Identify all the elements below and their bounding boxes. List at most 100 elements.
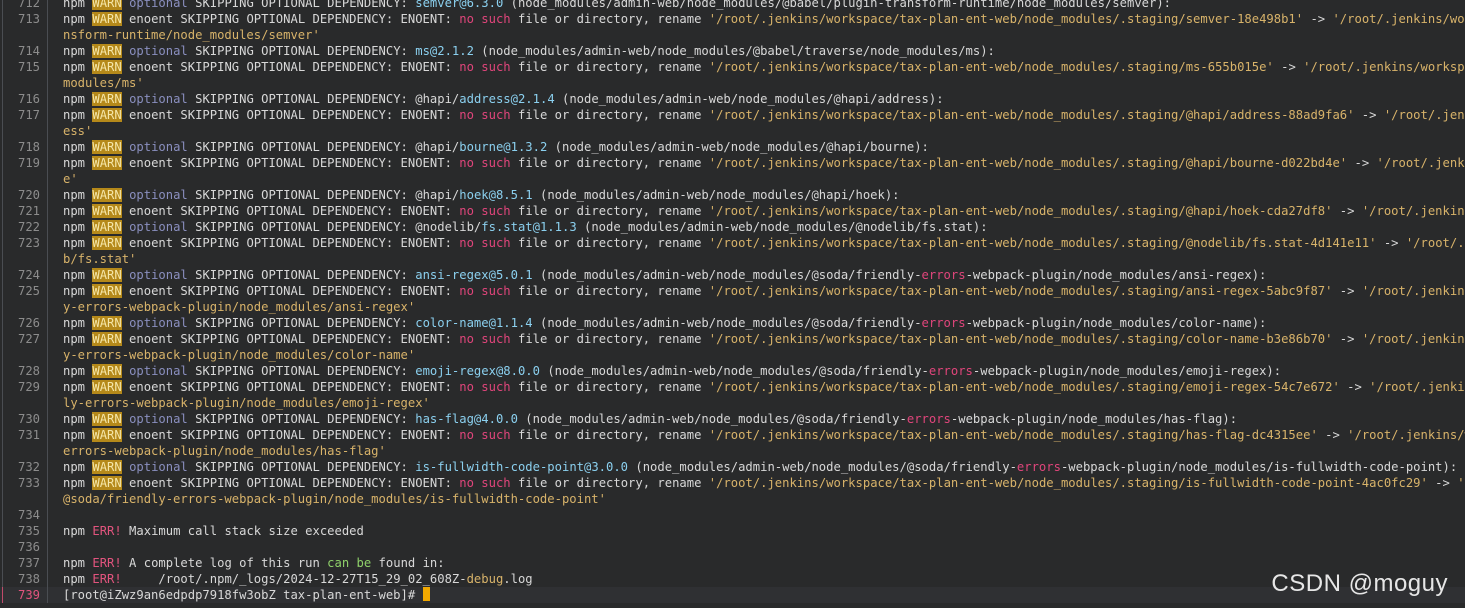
log-text: SKIPPING OPTIONAL DEPENDENCY: — [187, 364, 416, 378]
terminal-line: 715 npm WARN enoent SKIPPING OPTIONAL DEP… — [0, 59, 1465, 75]
warn-badge: WARN — [92, 476, 122, 490]
terminal-line: 714 npm WARN optional SKIPPING OPTIONAL D… — [0, 43, 1465, 59]
gutter-separator — [40, 0, 48, 11]
log-text: enoent SKIPPING OPTIONAL DEPENDENCY: ENO… — [121, 380, 460, 394]
line-marker — [0, 507, 8, 523]
line-content: npm WARN optional SKIPPING OPTIONAL DEPE… — [63, 0, 1465, 11]
line-marker — [0, 331, 8, 347]
path-text: '/root/.jenkins/workspace/tax-plan-ent-w… — [708, 156, 1348, 170]
gutter-separator — [40, 283, 48, 299]
err-badge: ERR! — [92, 524, 122, 538]
line-marker — [0, 75, 8, 91]
optional-tag: optional — [129, 0, 188, 10]
line-content: npm WARN optional SKIPPING OPTIONAL DEPE… — [63, 187, 1465, 203]
line-content: npm WARN optional SKIPPING OPTIONAL DEPE… — [63, 43, 1465, 59]
path-text: '/root/.jenkins/workspace/tax-p — [1303, 60, 1465, 74]
line-content: npm WARN enoent SKIPPING OPTIONAL DEPEND… — [63, 331, 1465, 347]
log-text: SKIPPING OPTIONAL DEPENDENCY: — [187, 460, 416, 474]
log-text: enoent SKIPPING OPTIONAL DEPENDENCY: ENO… — [121, 332, 460, 346]
log-text: (node_modules/admin-web/node_modules/@so… — [532, 316, 922, 330]
terminal-line: modules/ms' — [0, 75, 1465, 91]
prompt-line[interactable]: 739 [root@iZwz9an6edpdp7918fw3obZ tax-pla… — [0, 587, 1465, 603]
line-marker — [0, 459, 8, 475]
path-text: @soda/friendly-errors-webpack-plugin/nod… — [63, 492, 606, 506]
path-text: '/root/.jenkins/worksp — [1369, 380, 1465, 394]
line-number: 719 — [17, 156, 40, 170]
terminal-line: @soda/friendly-errors-webpack-plugin/nod… — [0, 491, 1465, 507]
line-content: npm WARN optional SKIPPING OPTIONAL DEPE… — [63, 315, 1465, 331]
line-content: npm ERR! /root/.npm/_logs/2024-12-27T15_… — [63, 571, 1465, 587]
terminal-line: 735 npm ERR! Maximum call stack size exce… — [0, 523, 1465, 539]
gutter-separator — [40, 235, 48, 251]
keyword-text: such — [481, 476, 511, 490]
line-number: 724 — [17, 268, 40, 282]
log-text: (node_modules/admin-web/node_modules/@ba… — [503, 0, 1172, 10]
path-text: nsform-runtime/node_modules/semver' — [63, 28, 320, 42]
log-text: npm — [63, 108, 93, 122]
path-text: b/fs.stat' — [63, 252, 137, 266]
log-text: SKIPPING OPTIONAL DEPENDENCY: — [187, 268, 416, 282]
gutter-separator — [40, 43, 48, 59]
line-number: 731 — [17, 428, 40, 442]
cursor — [422, 587, 430, 601]
log-text: /root/.npm/_logs/2024-12-27T15_29_02_608… — [121, 572, 467, 586]
line-marker — [0, 267, 8, 283]
keyword-text: no — [459, 204, 474, 218]
keyword-text: errors — [928, 364, 973, 378]
log-text: npm — [63, 60, 93, 74]
line-number: 725 — [17, 284, 40, 298]
warn-badge: WARN — [92, 92, 122, 106]
gutter-separator — [40, 27, 48, 43]
line-marker — [0, 491, 8, 507]
log-text: (node_modules/admin-web/node_modules/@ba… — [473, 44, 995, 58]
optional-tag: optional — [129, 316, 188, 330]
line-content: y-errors-webpack-plugin/node_modules/col… — [63, 347, 1465, 363]
line-marker — [0, 475, 8, 491]
warn-badge: WARN — [92, 204, 122, 218]
line-number: 718 — [17, 140, 40, 154]
log-text: enoent SKIPPING OPTIONAL DEPENDENCY: ENO… — [121, 284, 460, 298]
log-text: (node_modules/admin-web/node_modules/@so… — [539, 364, 929, 378]
package-version: semver@6.3.0 — [415, 0, 504, 10]
terminal-line: 728 npm WARN optional SKIPPING OPTIONAL D… — [0, 363, 1465, 379]
gutter-separator — [40, 267, 48, 283]
log-text: (node_modules/admin-web/node_modules/@so… — [628, 460, 1017, 474]
keyword-text: no — [459, 476, 474, 490]
keyword-text: such — [481, 332, 511, 346]
line-marker — [0, 251, 8, 267]
log-text: -> — [1339, 380, 1370, 394]
log-text: npm — [63, 476, 93, 490]
gutter-separator — [40, 443, 48, 459]
line-content: errors-webpack-plugin/node_modules/has-f… — [63, 443, 1465, 459]
err-badge: ERR! — [92, 556, 122, 570]
keyword-text: such — [481, 284, 511, 298]
line-marker — [0, 411, 8, 427]
optional-tag: optional — [129, 412, 188, 426]
path-text: '/root/.jenkins/workspace/t — [1332, 12, 1465, 26]
command-input[interactable]: [root@iZwz9an6edpdp7918fw3obZ tax-plan-e… — [63, 587, 1465, 603]
warn-badge: WARN — [92, 0, 122, 10]
log-text: npm — [63, 556, 93, 570]
package-version: ansi-regex@5.0.1 — [415, 268, 533, 282]
optional-tag: optional — [129, 140, 188, 154]
terminal-line: 737 npm ERR! A complete log of this run c… — [0, 555, 1465, 571]
keyword-text: can — [327, 556, 350, 570]
keyword-text: such — [481, 204, 511, 218]
line-marker — [0, 539, 8, 555]
package-version: fs.stat@1.1.3 — [481, 220, 577, 234]
terminal-window[interactable]: 712 npm WARN optional SKIPPING OPTIONAL D… — [0, 0, 1465, 603]
log-text: npm — [63, 460, 93, 474]
terminal-line: 720 npm WARN optional SKIPPING OPTIONAL D… — [0, 187, 1465, 203]
keyword-text: errors — [921, 316, 966, 330]
log-text: SKIPPING OPTIONAL DEPENDENCY: — [187, 44, 416, 58]
gutter-separator — [40, 219, 48, 235]
line-marker — [0, 379, 8, 395]
line-marker — [0, 0, 8, 11]
log-text: npm — [63, 0, 93, 10]
log-text: npm — [63, 140, 93, 154]
package-version: ms@2.1.2 — [415, 44, 474, 58]
line-number — [8, 27, 40, 43]
